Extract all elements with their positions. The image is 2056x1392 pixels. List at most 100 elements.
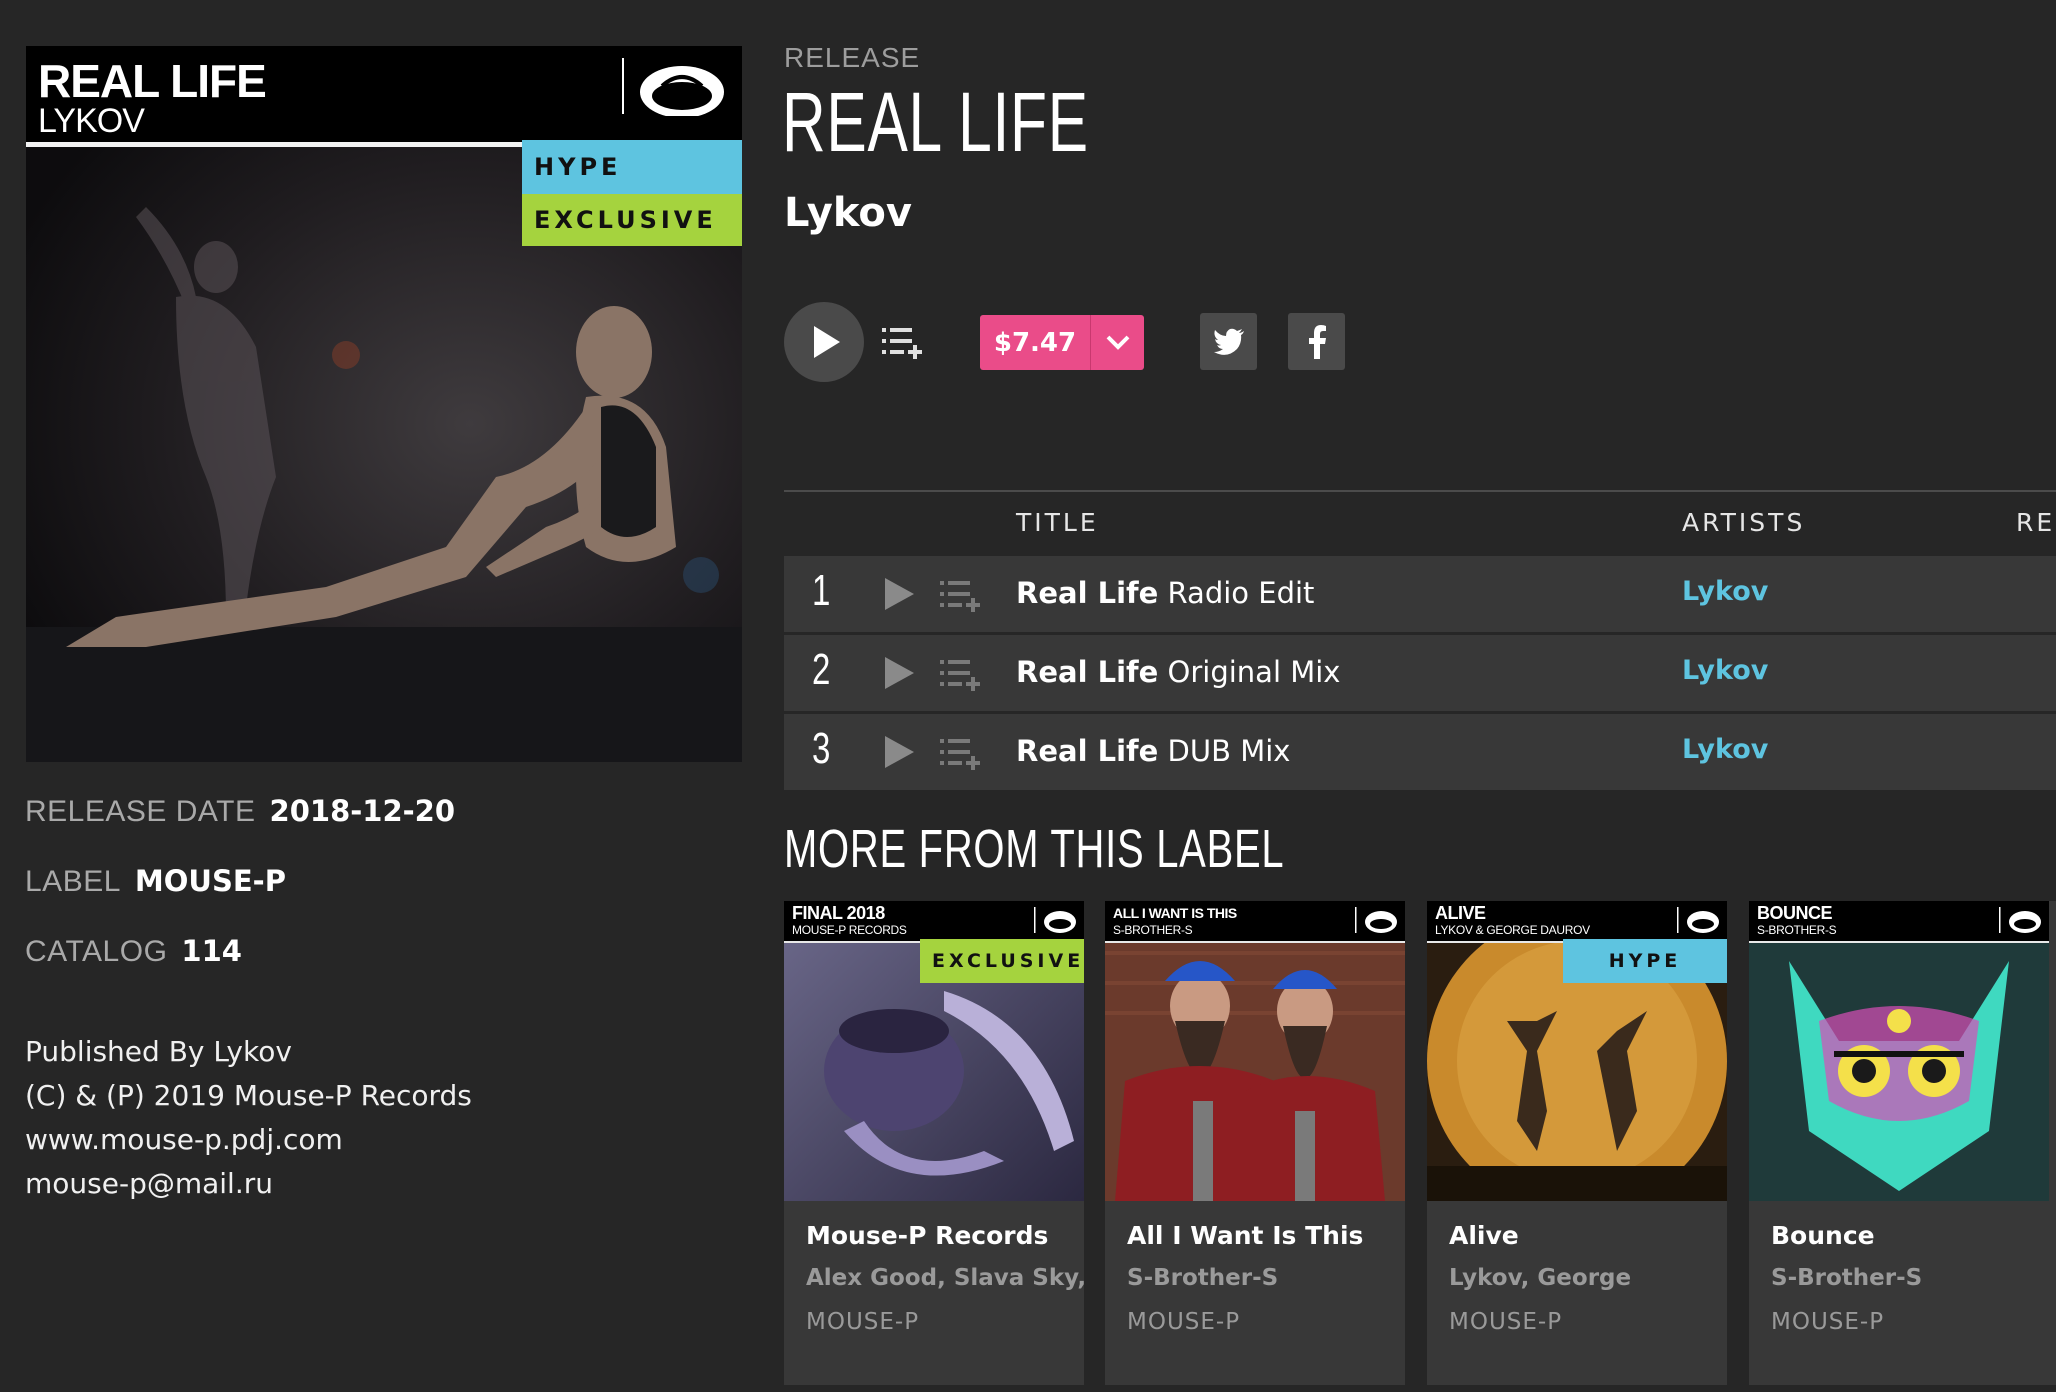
card-art-title: FINAL 2018 <box>792 903 885 923</box>
release-date-row: RELEASE DATE 2018-12-20 <box>25 794 455 829</box>
artists-column-header[interactable]: ARTISTS <box>1682 508 1805 537</box>
hype-badge: HYPE <box>522 140 742 194</box>
add-to-queue-icon[interactable] <box>880 322 926 362</box>
twitter-icon <box>1213 328 1244 355</box>
label-email: mouse-p@mail.ru <box>25 1167 273 1200</box>
label-value[interactable]: MOUSE-P <box>135 864 286 898</box>
track-mix: DUB Mix <box>1167 734 1291 768</box>
card-artists[interactable]: S-Brother-S <box>1127 1265 1278 1291</box>
track-name: Real Life <box>1016 734 1159 768</box>
published-by: Published By Lykov <box>25 1035 292 1068</box>
track-title-link[interactable]: Real Life Radio Edit <box>1016 576 1314 610</box>
label-website: www.mouse-p.pdj.com <box>25 1123 343 1156</box>
card-label[interactable]: MOUSE-P <box>806 1309 919 1335</box>
catalog-row: CATALOG 114 <box>25 934 242 969</box>
release-card[interactable]: ALL I WANT IS THIS S-BROTHER-S All I Wan… <box>1105 901 1405 1385</box>
play-icon <box>814 326 840 358</box>
card-art-divider <box>1105 941 1405 943</box>
card-art-title: ALL I WANT IS THIS <box>1113 905 1237 921</box>
card-artists[interactable]: Alex Good, Slava Sky, <box>806 1265 1084 1291</box>
track-artist-link[interactable]: Lykov <box>1682 734 1768 765</box>
card-artwork <box>1105 901 1405 1201</box>
label-label: LABEL <box>25 865 121 898</box>
price-dropdown-toggle[interactable] <box>1090 315 1144 370</box>
track-row[interactable]: 2 Real Life Original Mix Lykov <box>784 635 2056 711</box>
track-number: 3 <box>812 724 831 773</box>
release-card-art[interactable]: FINAL 2018 MOUSE-P RECORDS EXCLUSIVE <box>784 901 1084 1201</box>
track-artist-link[interactable]: Lykov <box>1682 655 1768 686</box>
mouse-p-logo-icon <box>1034 907 1076 933</box>
track-name: Real Life <box>1016 655 1159 689</box>
card-art-title: BOUNCE <box>1757 903 1833 923</box>
card-release-name[interactable]: Alive <box>1449 1221 1519 1250</box>
add-to-queue-icon[interactable] <box>938 578 984 612</box>
release-card-art[interactable]: ALIVE LYKOV & GEORGE DAUROV HYPE <box>1427 901 1727 1201</box>
track-mix: Radio Edit <box>1167 576 1315 610</box>
card-art-subtitle: MOUSE-P RECORDS <box>792 923 907 937</box>
mouse-p-logo-icon <box>1355 907 1397 933</box>
facebook-share-button[interactable] <box>1288 313 1345 370</box>
track-artist-link[interactable]: Lykov <box>1682 576 1768 607</box>
twitter-share-button[interactable] <box>1200 313 1257 370</box>
title-column-header[interactable]: TITLE <box>1016 508 1099 537</box>
release-title: REAL LIFE <box>782 75 1089 169</box>
release-date-label: RELEASE DATE <box>25 795 256 828</box>
hype-badge: HYPE <box>1563 939 1727 983</box>
play-release-button[interactable] <box>784 302 864 382</box>
release-artist-link[interactable]: Lykov <box>784 190 912 236</box>
release-card-art[interactable]: BOUNCE S-BROTHER-S <box>1749 901 2049 1201</box>
label-row: LABEL MOUSE-P <box>25 864 286 899</box>
add-to-queue-icon[interactable] <box>938 657 984 691</box>
card-art-title: ALIVE <box>1435 903 1486 923</box>
release-card[interactable]: ALIVE LYKOV & GEORGE DAUROV HYPE Alive L… <box>1427 901 1727 1385</box>
card-art-subtitle: S-BROTHER-S <box>1757 923 1837 937</box>
copyright: (C) & (P) 2019 Mouse-P Records <box>25 1079 472 1112</box>
catalog-value: 114 <box>181 934 242 968</box>
card-release-name[interactable]: All I Want Is This <box>1127 1221 1363 1250</box>
release-card-art[interactable]: ALL I WANT IS THIS S-BROTHER-S <box>1105 901 1405 1201</box>
remixers-column-header[interactable]: REM <box>2016 508 2056 537</box>
track-row[interactable]: 3 Real Life DUB Mix Lykov <box>784 714 2056 790</box>
exclusive-badge: EXCLUSIVE <box>920 939 1084 983</box>
release-card[interactable]: BOUNCE S-BROTHER-S Bounce S-Brother-S MO… <box>1749 901 2056 1385</box>
release-card[interactable]: FINAL 2018 MOUSE-P RECORDS EXCLUSIVE Mou… <box>784 901 1084 1385</box>
play-icon[interactable] <box>882 655 916 691</box>
cover-title: REAL LIFE <box>38 55 267 107</box>
mouse-p-logo-icon <box>1677 907 1719 933</box>
track-name: Real Life <box>1016 576 1159 610</box>
mouse-p-logo-icon <box>622 58 724 116</box>
card-art-subtitle: S-BROTHER-S <box>1113 923 1193 937</box>
card-artists[interactable]: S-Brother-S <box>1771 1265 1922 1291</box>
chevron-down-icon <box>1106 335 1129 350</box>
catalog-label: CATALOG <box>25 935 168 968</box>
mouse-p-logo-icon <box>1999 907 2041 933</box>
track-number: 1 <box>812 566 831 615</box>
card-art-subtitle: LYKOV & GEORGE DAUROV <box>1435 923 1590 937</box>
card-artwork <box>1749 901 2049 1201</box>
release-section-label: RELEASE <box>784 42 921 73</box>
exclusive-badge: EXCLUSIVE <box>522 194 742 246</box>
card-art-divider <box>1749 941 2049 943</box>
track-title-link[interactable]: Real Life DUB Mix <box>1016 734 1290 768</box>
card-release-name[interactable]: Bounce <box>1771 1221 1875 1250</box>
release-date-value: 2018-12-20 <box>269 794 456 828</box>
play-icon[interactable] <box>882 734 916 770</box>
buy-price-button[interactable]: $7.47 <box>980 315 1144 370</box>
card-label[interactable]: MOUSE-P <box>1449 1309 1562 1335</box>
play-icon[interactable] <box>882 576 916 612</box>
publishing-info: Published By Lykov (C) & (P) 2019 Mouse-… <box>25 1030 472 1206</box>
release-cover-art: REAL LIFE LYKOV HYPE EXCLUSIVE <box>26 46 742 762</box>
card-label[interactable]: MOUSE-P <box>1127 1309 1240 1335</box>
card-release-name[interactable]: Mouse-P Records <box>806 1221 1048 1250</box>
track-row[interactable]: 1 Real Life Radio Edit Lykov <box>784 556 2056 632</box>
facebook-icon <box>1308 324 1326 359</box>
tracks-divider <box>784 490 2056 492</box>
more-from-label-heading: MORE FROM THIS LABEL <box>784 819 1285 879</box>
card-artists[interactable]: Lykov, George <box>1449 1265 1631 1291</box>
card-label[interactable]: MOUSE-P <box>1771 1309 1884 1335</box>
track-number: 2 <box>812 645 831 694</box>
add-to-queue-icon[interactable] <box>938 736 984 770</box>
price-label[interactable]: $7.47 <box>980 315 1090 370</box>
track-mix: Original Mix <box>1167 655 1341 689</box>
track-title-link[interactable]: Real Life Original Mix <box>1016 655 1340 689</box>
